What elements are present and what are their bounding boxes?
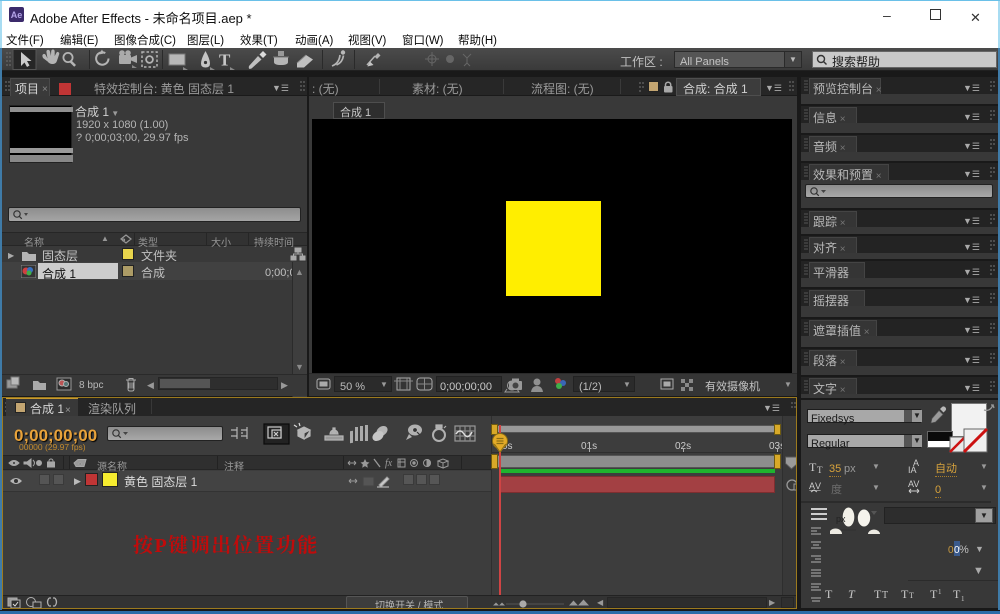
svg-text:T: T — [848, 587, 856, 601]
svg-text:T: T — [219, 51, 231, 70]
svg-text:1: 1 — [961, 595, 965, 603]
svg-text:8 bpc: 8 bpc — [79, 380, 103, 391]
svg-text:T: T — [809, 460, 817, 474]
svg-text:IA: IA — [908, 465, 917, 474]
svg-text:T: T — [901, 587, 909, 601]
svg-text:fx: fx — [385, 458, 393, 469]
svg-text:T: T — [874, 587, 882, 601]
svg-text:T: T — [909, 591, 914, 600]
svg-text:A̲V̲: A̲V̲ — [809, 481, 821, 491]
svg-text:T: T — [882, 590, 888, 601]
svg-text:T: T — [930, 587, 938, 601]
svg-text:px: px — [836, 514, 846, 524]
svg-text:T: T — [953, 587, 961, 601]
svg-text:AV: AV — [908, 479, 919, 489]
svg-text:1: 1 — [938, 588, 942, 596]
svg-text:T: T — [817, 465, 823, 474]
svg-text:T: T — [825, 587, 833, 601]
